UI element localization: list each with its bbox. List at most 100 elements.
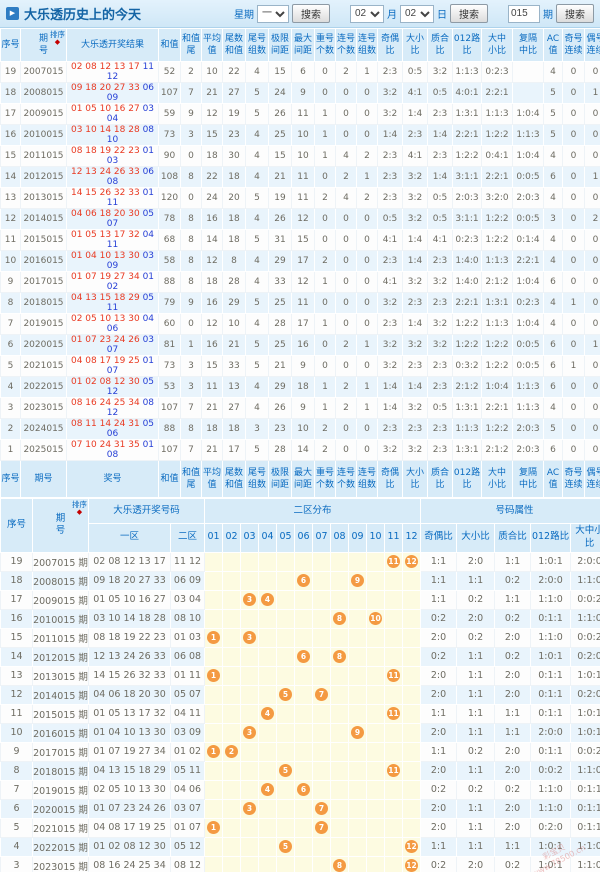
stat-cell: 0:2:3 [453,230,482,251]
stat-cell: 15 [202,125,223,146]
attr-cell: 1:0:1 [531,647,571,666]
number-grid-cell [403,685,421,704]
sort-control[interactable]: 排序◆ [72,501,87,517]
number-grid-cell [259,685,277,704]
stat-cell: 18 [223,167,246,188]
column-header-number: 05 [277,524,295,553]
stat-cell: 0 [336,440,357,461]
sort-arrow-icon: ◆ [77,509,82,517]
column-header-label: 质合 比 [428,462,452,496]
column-header: 质合 比 [428,29,453,62]
seq-cell: 16 [1,125,21,146]
lotto-ball: 11 [387,555,400,568]
stat-cell: 3 [181,125,202,146]
result-cell: 02 05 10 13 30 04 06 [67,314,159,335]
lotto-ball: 3 [243,802,256,815]
stat-cell: 25 [269,293,292,314]
lotto-ball: 12 [405,840,418,853]
stat-cell: 8 [181,230,202,251]
stat-cell: 2 [357,146,378,167]
table-row: 152011015 期08 18 19 22 2301 03132:00:22:… [1,628,600,647]
stat-cell: 4 [246,125,269,146]
result-cell: 03 10 14 18 28 08 10 [67,125,159,146]
stat-cell: 1:1:3 [513,125,544,146]
seq-cell: 8 [1,761,33,780]
lotto-ball: 8 [333,650,346,663]
issue-cell: 2019015 [21,314,67,335]
stat-cell: 1 [181,335,202,356]
column-header-number: 11 [385,524,403,553]
number-grid-cell [223,628,241,647]
date-search-button[interactable]: 搜索 [450,4,488,23]
attr-cell: 0:1:1 [531,609,571,628]
stat-cell: 2 [336,377,357,398]
stat-cell: 6 [544,356,563,377]
number-grid-cell [295,818,313,837]
sort-control[interactable]: 排序◆ [50,31,65,47]
stat-cell: 107 [159,440,181,461]
attr-cell: 1:1:0 [531,628,571,647]
column-header: 大小 比 [403,29,428,62]
front-numbers: 07 10 24 31 35 [71,440,140,450]
number-grid-cell [367,685,385,704]
stat-cell: 21 [202,398,223,419]
number-grid-cell [385,780,403,799]
lotto-ball: 11 [387,707,400,720]
number-grid-cell [223,552,241,571]
column-header: 复隔 中比 [513,29,544,62]
result-cell: 01 05 10 16 27 03 04 [67,104,159,125]
attr-cell: 1:1 [457,761,495,780]
number-grid-cell [241,609,259,628]
front-numbers: 14 15 26 32 33 [71,188,140,198]
stat-cell: 0 [585,419,600,440]
issue-cell: 2014015 期 [33,685,89,704]
column-header: 期 号排序◆ [21,29,67,62]
number-grid-cell [385,685,403,704]
table-row: 62020015 期01 07 23 24 2603 07372:01:12:0… [1,799,600,818]
column-header-attr: 奇偶比 [421,524,457,553]
number-grid-cell [295,837,313,856]
number-grid-cell: 5 [277,837,295,856]
attr-cell: 0:1:1 [531,742,571,761]
stat-cell: 0 [563,104,585,125]
seq-cell: 6 [1,335,21,356]
stat-cell: 1:3:1 [453,104,482,125]
issue-cell: 2015015 [21,230,67,251]
number-grid-cell [205,609,223,628]
number-grid-cell [313,552,331,571]
number-grid-cell [313,723,331,742]
stat-cell: 1:2:2 [482,230,513,251]
seq-cell: 5 [1,356,21,377]
number-grid-cell [367,780,385,799]
attr-cell: 1:0:1 [571,704,600,723]
stat-cell: 0 [357,230,378,251]
attr-cell: 1:1:0 [531,799,571,818]
week-select[interactable]: 一 [257,5,289,23]
stat-cell: 0 [585,62,600,83]
number-grid-cell: 12 [403,837,421,856]
number-grid-cell: 11 [385,666,403,685]
stat-cell: 2:0:3 [513,188,544,209]
attr-cell: 2:0 [495,742,531,761]
topbar: ▶ 大乐透历史上的今天 星期 一 搜索 02 月 02 日 搜索 期 搜索 [0,0,600,28]
number-grid-cell [331,780,349,799]
issue-search-button[interactable]: 搜索 [556,4,594,23]
number-grid-cell [313,590,331,609]
month-select[interactable]: 02 [350,5,384,23]
stat-cell: 29 [223,293,246,314]
attr-cell: 1:1 [495,552,531,571]
stat-cell: 0 [357,125,378,146]
column-header-label: 极限 间距 [269,462,291,496]
front-numbers-cell: 04 13 15 18 29 [89,761,171,780]
search-controls: 星期 一 搜索 02 月 02 日 搜索 期 搜索 [234,4,594,23]
number-grid-cell [367,571,385,590]
number-grid-cell [313,704,331,723]
week-search-button[interactable]: 搜索 [292,4,330,23]
day-select[interactable]: 02 [400,5,434,23]
stat-cell: 1:4 [378,398,403,419]
issue-input[interactable] [508,5,540,23]
number-grid-cell [367,856,385,872]
stat-cell: 0 [336,125,357,146]
number-grid-cell [313,780,331,799]
number-grid-cell [223,723,241,742]
